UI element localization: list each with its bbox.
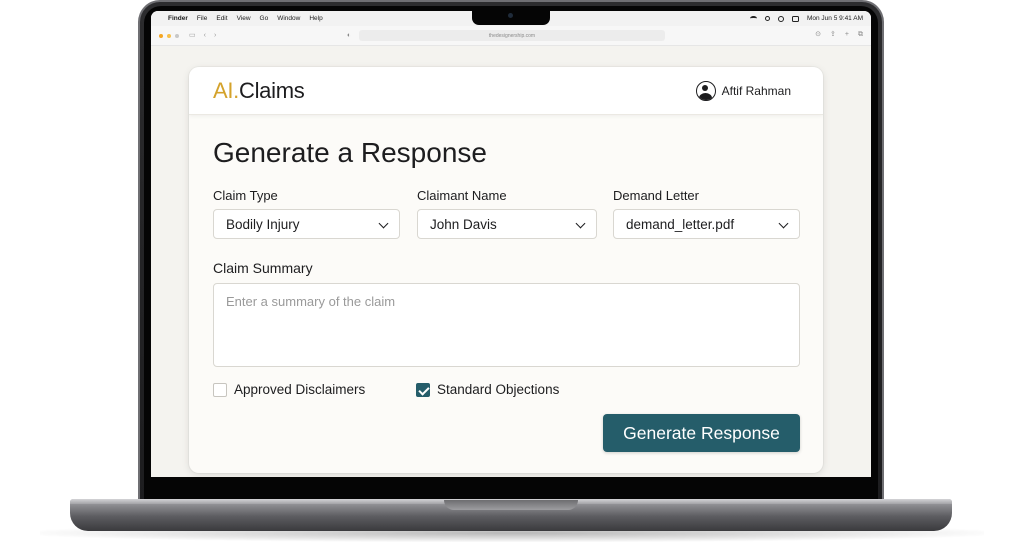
- response-card: AI.Claims Aftif Rahman Generate a Respon…: [189, 67, 823, 473]
- privacy-shield-icon[interactable]: ◐: [347, 32, 351, 39]
- minimize-window-button[interactable]: [167, 33, 171, 38]
- page-title: Generate a Response: [213, 137, 487, 168]
- approved-disclaimers-label: Approved Disclaimers: [234, 382, 366, 397]
- wifi-icon[interactable]: [749, 16, 757, 21]
- menu-edit[interactable]: Edit: [216, 15, 227, 22]
- demand-letter-select[interactable]: demand_letter.pdf: [613, 209, 800, 239]
- browser-actions: ⊙ ⇪ + ⧉: [815, 31, 863, 38]
- standard-objections-option[interactable]: Standard Objections: [416, 382, 559, 397]
- chevron-down-icon: [378, 218, 389, 229]
- generate-response-button[interactable]: Generate Response: [603, 414, 800, 452]
- chevron-down-icon: [778, 218, 789, 229]
- sidebar-toggle-icon[interactable]: ▭: [189, 32, 196, 39]
- app-header: AI.Claims Aftif Rahman: [189, 67, 823, 115]
- spotlight-search-icon[interactable]: [764, 16, 770, 21]
- menu-file[interactable]: File: [197, 15, 207, 22]
- claimant-name-value: John Davis: [430, 216, 497, 232]
- back-icon[interactable]: ‹: [204, 32, 206, 39]
- window-controls: [159, 33, 179, 38]
- claim-summary-label: Claim Summary: [213, 260, 313, 276]
- zoom-window-button[interactable]: [175, 33, 179, 38]
- browser-toolbar: ▭ ‹ › ◐ thedesignership.com ⊙ ⇪ + ⧉: [151, 26, 871, 46]
- menu-window[interactable]: Window: [277, 15, 300, 22]
- menu-finder[interactable]: Finder: [168, 15, 188, 22]
- camera-icon: [508, 13, 513, 18]
- laptop-screen: Finder File Edit View Go Window Help Mon…: [151, 11, 871, 477]
- web-page: AI.Claims Aftif Rahman Generate a Respon…: [151, 46, 871, 477]
- claim-summary-textarea[interactable]: Enter a summary of the claim: [213, 283, 800, 367]
- claim-type-value: Bodily Injury: [226, 216, 300, 232]
- approved-disclaimers-checkbox[interactable]: [213, 382, 227, 397]
- logo-text: Claims: [239, 78, 305, 103]
- tab-overview-icon[interactable]: ⧉: [858, 31, 863, 38]
- standard-objections-checkbox[interactable]: [416, 382, 430, 397]
- close-window-button[interactable]: [159, 33, 163, 38]
- camera-notch: [472, 8, 550, 25]
- share-icon[interactable]: ⇪: [830, 31, 836, 38]
- user-switch-icon[interactable]: [777, 15, 784, 22]
- address-bar[interactable]: thedesignership.com: [359, 30, 665, 41]
- laptop-opening-notch: [444, 500, 578, 510]
- download-icon[interactable]: ⊙: [815, 31, 821, 38]
- claimant-name-label: Claimant Name: [417, 188, 507, 203]
- approved-disclaimers-option[interactable]: Approved Disclaimers: [213, 382, 365, 397]
- menu-view[interactable]: View: [237, 15, 251, 22]
- menu-go[interactable]: Go: [260, 15, 269, 22]
- app-logo[interactable]: AI.Claims: [213, 78, 305, 104]
- chevron-down-icon: [575, 218, 586, 229]
- menu-bar-clock[interactable]: Mon Jun 5 9:41 AM: [807, 15, 863, 22]
- logo-accent-text: AI.: [213, 78, 239, 103]
- claim-summary-placeholder: Enter a summary of the claim: [226, 294, 396, 309]
- url-text: thedesignership.com: [488, 32, 536, 39]
- standard-objections-label: Standard Objections: [437, 382, 560, 397]
- claim-type-label: Claim Type: [213, 188, 278, 203]
- claim-type-select[interactable]: Bodily Injury: [213, 209, 400, 239]
- control-center-icon[interactable]: [791, 15, 799, 22]
- user-menu[interactable]: Aftif Rahman: [695, 81, 791, 101]
- user-name: Aftif Rahman: [721, 84, 791, 98]
- claimant-name-select[interactable]: John Davis: [417, 209, 597, 239]
- menu-help[interactable]: Help: [309, 15, 322, 22]
- demand-letter-value: demand_letter.pdf: [626, 216, 735, 232]
- new-tab-icon[interactable]: +: [845, 31, 849, 38]
- forward-icon[interactable]: ›: [214, 32, 216, 39]
- user-avatar-icon: [695, 81, 716, 101]
- demand-letter-label: Demand Letter: [613, 188, 699, 203]
